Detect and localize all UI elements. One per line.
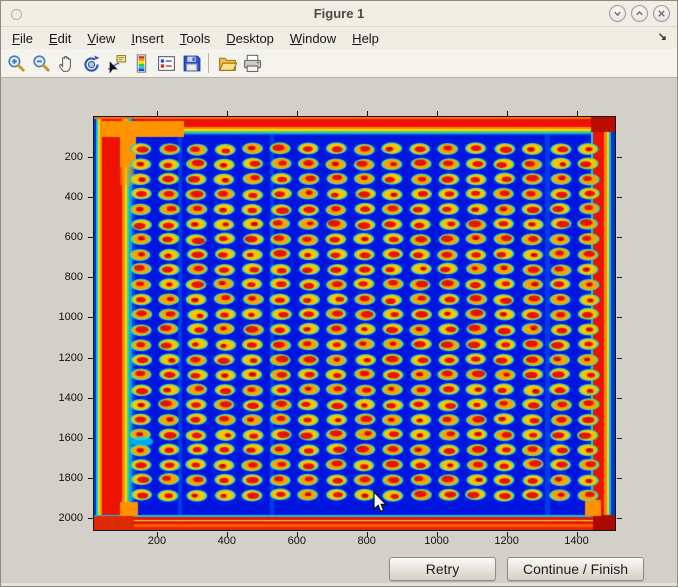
chevron-up-icon bbox=[634, 8, 645, 19]
y-tick-label: 1600 bbox=[41, 431, 83, 445]
axis-tick bbox=[507, 111, 508, 116]
axis-tick bbox=[367, 111, 368, 116]
y-tick-label: 200 bbox=[41, 150, 83, 164]
window-controls bbox=[609, 5, 670, 22]
rotate-3d-icon[interactable] bbox=[79, 51, 104, 76]
x-tick-label: 1400 bbox=[555, 535, 599, 547]
x-tick-label: 1000 bbox=[415, 535, 459, 547]
y-tick-label: 1200 bbox=[41, 351, 83, 365]
insert-colorbar-icon[interactable] bbox=[129, 51, 154, 76]
axis-tick bbox=[88, 438, 93, 439]
axis-tick bbox=[297, 111, 298, 116]
axis-tick bbox=[617, 317, 622, 318]
pan-icon[interactable] bbox=[54, 51, 79, 76]
y-tick-label: 800 bbox=[41, 270, 83, 284]
axis-tick bbox=[88, 197, 93, 198]
x-tick-label: 200 bbox=[135, 535, 179, 547]
toolbar-separator bbox=[208, 53, 209, 73]
plot-axes bbox=[93, 116, 616, 531]
menu-item-desktop[interactable]: Desktop bbox=[221, 29, 279, 48]
print-figure-icon[interactable] bbox=[240, 51, 265, 76]
menu-item-insert[interactable]: Insert bbox=[126, 29, 169, 48]
window-title: Figure 1 bbox=[1, 6, 677, 21]
menu-item-view[interactable]: View bbox=[82, 29, 120, 48]
menu-item-edit[interactable]: Edit bbox=[44, 29, 76, 48]
axis-tick bbox=[88, 478, 93, 479]
axis-tick bbox=[617, 398, 622, 399]
axis-tick bbox=[157, 111, 158, 116]
y-tick-label: 1400 bbox=[41, 391, 83, 405]
axis-tick bbox=[617, 157, 622, 158]
axis-tick bbox=[88, 157, 93, 158]
axis-tick bbox=[617, 438, 622, 439]
menu-item-window[interactable]: Window bbox=[285, 29, 341, 48]
shade-button[interactable] bbox=[609, 5, 626, 22]
continue-finish-button[interactable]: Continue / Finish bbox=[507, 557, 644, 581]
axis-tick bbox=[617, 358, 622, 359]
axis-tick bbox=[88, 237, 93, 238]
axis-tick bbox=[617, 518, 622, 519]
menu-bar: File Edit View Insert Tools Desktop Window Help… bbox=[1, 27, 677, 49]
x-tick-label: 600 bbox=[275, 535, 319, 547]
axis-tick bbox=[617, 237, 622, 238]
menu-item-file[interactable]: File bbox=[7, 29, 38, 48]
figure-toolbar bbox=[1, 49, 677, 78]
figure-content-area: Retry Continue / Finish 200 400 600 800 1000… bbox=[1, 78, 677, 587]
close-icon bbox=[656, 8, 667, 19]
axis-tick bbox=[88, 398, 93, 399]
axis-tick bbox=[617, 197, 622, 198]
axis-tick bbox=[88, 518, 93, 519]
y-tick-label: 2000 bbox=[41, 511, 83, 525]
close-button[interactable] bbox=[653, 5, 670, 22]
retry-button[interactable]: Retry bbox=[389, 557, 496, 581]
axis-tick bbox=[88, 317, 93, 318]
open-file-icon[interactable] bbox=[215, 51, 240, 76]
x-tick-label: 400 bbox=[205, 535, 249, 547]
y-tick-label: 1000 bbox=[41, 310, 83, 324]
zoom-in-icon[interactable] bbox=[4, 51, 29, 76]
maximize-button[interactable] bbox=[631, 5, 648, 22]
axis-tick bbox=[437, 111, 438, 116]
insert-legend-icon[interactable] bbox=[154, 51, 179, 76]
y-tick-label: 1800 bbox=[41, 471, 83, 485]
menu-item-help[interactable]: Help bbox=[347, 29, 384, 48]
x-tick-label: 1200 bbox=[485, 535, 529, 547]
microarray-image bbox=[94, 117, 615, 530]
menu-item-tools[interactable]: Tools bbox=[175, 29, 215, 48]
y-tick-label: 400 bbox=[41, 190, 83, 204]
dock-arrow-icon[interactable]: ↘ bbox=[658, 30, 667, 43]
chevron-down-icon bbox=[612, 8, 623, 19]
x-tick-label: 800 bbox=[345, 535, 389, 547]
window-bottom-edge bbox=[1, 583, 677, 587]
mouse-cursor bbox=[372, 491, 390, 515]
axis-tick bbox=[88, 277, 93, 278]
data-cursor-icon[interactable] bbox=[104, 51, 129, 76]
axis-tick bbox=[617, 277, 622, 278]
zoom-out-icon[interactable] bbox=[29, 51, 54, 76]
axis-tick bbox=[227, 111, 228, 116]
y-tick-label: 600 bbox=[41, 230, 83, 244]
save-figure-icon[interactable] bbox=[179, 51, 204, 76]
figure-window: Figure 1 File Edit View Insert Tools Desktop W… bbox=[0, 0, 678, 587]
axis-tick bbox=[617, 478, 622, 479]
title-bar: Figure 1 bbox=[1, 1, 677, 27]
axis-tick bbox=[577, 111, 578, 116]
axis-tick bbox=[88, 358, 93, 359]
